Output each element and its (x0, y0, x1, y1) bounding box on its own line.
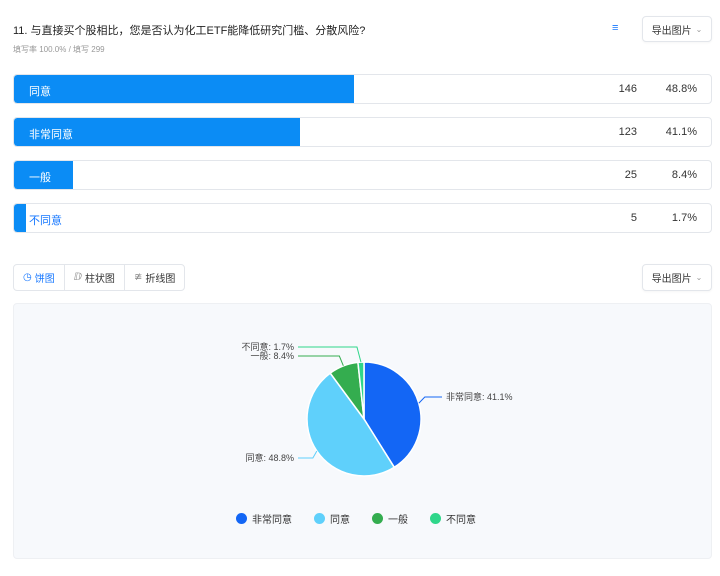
option-count: 146 (618, 83, 637, 95)
option-label: 不同意 (29, 215, 62, 227)
option-row: 一般 25 8.4% (13, 160, 712, 190)
option-count: 25 (624, 169, 637, 181)
legend-label: 不同意 (446, 515, 476, 526)
chart-type-tabs: ◷ 饼图 ⅅ 柱状图 ≇ 折线图 (13, 264, 186, 291)
option-count: 5 (630, 212, 637, 224)
chart-legend: 非常同意 同意 一般 不同意 (236, 511, 476, 526)
legend-dot-icon (314, 513, 325, 524)
option-count: 123 (618, 126, 637, 138)
label-leader-line (298, 346, 362, 363)
legend-label: 非常同意 (252, 515, 292, 526)
line-chart-icon: ≇ (133, 272, 143, 283)
legend-item[interactable]: 不同意 (430, 511, 476, 526)
label-leader-line (418, 396, 442, 404)
legend-item[interactable]: 同意 (314, 511, 350, 526)
option-row: 非常同意 123 41.1% (13, 117, 712, 147)
pie-icon: ◷ (23, 272, 32, 283)
legend-item[interactable]: 一般 (372, 511, 408, 526)
tab-line[interactable]: ≇ 折线图 (125, 265, 184, 290)
option-row: 同意 146 48.8% (13, 74, 712, 104)
legend-item[interactable]: 非常同意 (236, 511, 292, 526)
sort-icon[interactable]: ≡ (612, 22, 618, 34)
label-leader-line (298, 355, 344, 367)
legend-label: 同意 (330, 515, 350, 526)
tab-pie[interactable]: ◷ 饼图 (14, 265, 65, 290)
option-percent: 8.4% (671, 169, 697, 181)
legend-dot-icon (236, 513, 247, 524)
legend-dot-icon (372, 513, 383, 524)
option-bar-fill (14, 75, 355, 103)
option-percent: 41.1% (665, 126, 697, 138)
option-percent: 48.8% (665, 83, 697, 95)
slice-label: 同意: 48.8% (245, 452, 294, 463)
chart-area: 非常同意: 41.1% 同意: 48.8% 一般: 8.4% 不同意: 1.7% 非常… (13, 303, 712, 559)
option-label: 一般 (29, 172, 51, 184)
option-row: 不同意 5 1.7% (13, 203, 712, 233)
chevron-down-icon: ⌄ (695, 24, 703, 34)
export-label: 导出图片 (651, 274, 692, 285)
bar-chart-icon: ⅅ (73, 272, 82, 283)
legend-label: 一般 (388, 515, 408, 526)
chart-export-button[interactable]: 导出图片 ⌄ (642, 264, 712, 291)
label-leader-line (298, 450, 318, 459)
option-label: 同意 (29, 86, 51, 98)
option-percent: 1.7% (671, 212, 697, 224)
slice-label: 不同意: 1.7% (241, 341, 294, 352)
export-label: 导出图片 (651, 25, 692, 37)
tab-label: 饼图 (34, 274, 55, 285)
tab-label: 折线图 (145, 274, 176, 285)
chevron-down-icon: ⌄ (695, 273, 703, 282)
pie-chart: 非常同意: 41.1%同意: 48.8%一般: 8.4%不同意: 1.7% (241, 341, 513, 477)
option-bar-fill (14, 204, 26, 232)
tab-label: 柱状图 (84, 274, 115, 285)
question-title: 11. 与直接买个股相比，您是否认为化工ETF能降低研究门槛、分散风险? (13, 25, 366, 37)
export-image-button[interactable]: 导出图片 ⌄ (642, 16, 712, 42)
fill-rate: 填写率 100.0% / 填写 299 (13, 45, 105, 54)
legend-dot-icon (430, 513, 441, 524)
slice-label: 非常同意: 41.1% (446, 391, 513, 402)
tab-bar[interactable]: ⅅ 柱状图 (65, 265, 125, 290)
option-label: 非常同意 (29, 129, 73, 141)
